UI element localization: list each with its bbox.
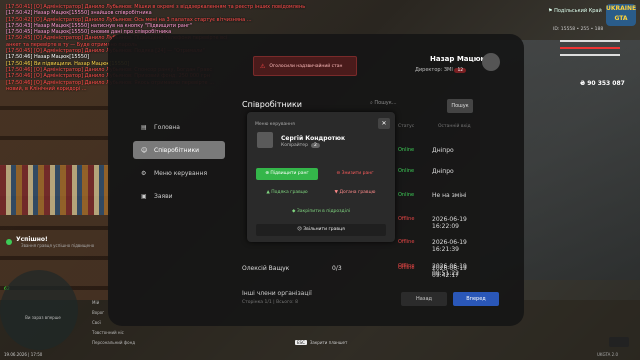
minimap-text: Ви зараз вперше <box>25 315 61 320</box>
people-icon: ☺ <box>141 146 148 154</box>
sidebar-item-label: Заяви <box>154 192 173 200</box>
gear-icon: ⚙ <box>141 169 147 177</box>
praise-button[interactable]: ▲ Подяка гравцю <box>256 187 318 199</box>
legend-item: Товстонний ніс <box>92 330 124 335</box>
sidebar-item-employees[interactable]: ☺ Співробітники <box>133 141 225 159</box>
money-display: ₴ 90 353 087 <box>580 80 625 87</box>
search-button[interactable]: Пошук <box>447 99 473 113</box>
legend-item: Персональний фонд <box>92 340 135 345</box>
status-badge: Online <box>398 168 415 174</box>
last-login: Дніпро <box>432 168 454 175</box>
esc-key: ESC <box>295 340 307 345</box>
server-logo: UKRAINE GTA <box>606 4 636 26</box>
sidebar-item-label: Співробітники <box>154 146 200 154</box>
page-info: Сторінка 1/1 | Всього: 8 <box>242 300 298 305</box>
datetime: 19.06.2026 | 17:50 <box>4 352 43 357</box>
status-badge: Offline <box>398 265 415 271</box>
version: UKGTA 2.0 <box>597 352 619 357</box>
doc-icon: ▣ <box>141 192 147 200</box>
assign-division-button[interactable]: ◆ Закріпити в підрозділі <box>283 206 359 218</box>
sidebar-item-home[interactable]: ▤ Головна <box>133 118 225 136</box>
server-name: ⚑ Подільський Край <box>548 8 602 14</box>
success-notification: Успішно! Звання гравця успішно підвищено <box>4 236 100 248</box>
promote-label: Підвищити ранг <box>270 171 309 176</box>
emergency-alert: ⚠ Оголосили надзвичайний стан <box>253 56 357 76</box>
fire-label: Звільнити гравця <box>303 227 345 232</box>
employee-name: Олексій Ващук <box>242 265 290 272</box>
back-button[interactable]: Назад <box>401 292 447 306</box>
reprimand-button[interactable]: ▼ Догана гравцю <box>324 187 386 199</box>
close-hint-text: Закрити планшет <box>309 340 348 345</box>
close-hint: ESC Закрити планшет <box>295 340 347 345</box>
server-name-label: Подільський Край <box>554 8 602 14</box>
praise-label: Подяка гравцю <box>271 190 308 195</box>
user-role-label: Директор: ЗМІ <box>415 67 453 73</box>
corner-widget <box>609 337 629 347</box>
warning-icon: ⚠ <box>260 62 266 70</box>
last-login: Дніпро <box>432 147 454 154</box>
hunger-bar <box>560 54 620 56</box>
employee-rank: 0/3 <box>332 265 342 272</box>
fire-button[interactable]: ☹ Звільнити гравця <box>256 224 386 236</box>
promote-button[interactable]: ⊕ Підвищити ранг <box>256 168 318 180</box>
legend-item: Ворог <box>92 310 105 315</box>
sidebar-item-label: Меню керування <box>154 169 208 177</box>
notification-body: Звання гравця успішно підвищено <box>21 243 95 248</box>
sidebar-item-management[interactable]: ⚙ Меню керування <box>133 164 225 182</box>
close-button[interactable]: ✕ <box>378 118 390 129</box>
assign-division-label: Закріпити в підрозділі <box>296 209 351 214</box>
employee-role-label: Копірайтер <box>281 143 308 148</box>
management-modal: Меню керування ✕ Сергій Кондротюк Копіра… <box>247 112 395 242</box>
home-icon: ▤ <box>141 123 147 131</box>
user-role: Директор: ЗМІ 12 <box>415 67 467 73</box>
money-value: 90 353 087 <box>587 80 625 87</box>
user-name: Назар Мацюк <box>430 55 486 63</box>
rank-badge: 2 <box>310 143 320 148</box>
column-header-status: Статус <box>398 124 415 129</box>
sidebar-item-label: Головна <box>154 123 180 131</box>
status-badge: Online <box>398 192 415 198</box>
last-login: 2026-06-19 16:22:09 <box>432 216 467 230</box>
other-members-title: Інші члени організації <box>242 290 312 297</box>
employee-name: Сергій Кондротюк <box>281 135 346 142</box>
legend-item: Свої <box>92 320 101 325</box>
minimap <box>0 270 78 350</box>
map-legend: Мій Ворог Свої Товстонний ніс Персональн… <box>92 298 135 348</box>
sidebar-nav: ▤ Головна ☺ Співробітники ⚙ Меню керування … <box>133 118 225 210</box>
status-badge: Offline <box>398 216 415 222</box>
last-login: Не на зміні <box>432 192 467 199</box>
demote-button[interactable]: ⊖ Знизити ранг <box>324 168 386 180</box>
notification-title: Успішно! <box>16 236 48 243</box>
status-badge: Offline <box>398 239 415 245</box>
background-books <box>0 165 110 215</box>
employee-role: Копірайтер 2 <box>281 143 320 148</box>
table-row[interactable]: Олексій Ващук 0/3 Offline 2026-06-19 09:… <box>242 265 492 283</box>
sidebar-item-applications[interactable]: ▣ Заяви <box>133 187 225 205</box>
page-title: Співробітники <box>242 100 303 109</box>
status-bars <box>560 40 620 61</box>
column-header-last-login: Останній вхід <box>438 124 471 129</box>
armor-bar <box>560 40 620 42</box>
health-bar <box>560 47 620 49</box>
avatar <box>257 132 273 148</box>
alert-text: Оголосили надзвичайний стан <box>269 63 343 69</box>
last-login: 2026-06-19 16:21:39 <box>432 239 467 253</box>
close-icon: ✕ <box>381 120 387 127</box>
search-input[interactable]: ⌕ Пошук... <box>370 100 397 106</box>
server-logo-text: UKRAINE GTA <box>606 5 637 22</box>
status-badge: Online <box>398 147 415 153</box>
player-id: ID: 15558 • 255 • 188 <box>553 27 604 32</box>
rank-badge: 12 <box>454 68 467 73</box>
search-placeholder: Пошук... <box>374 100 397 106</box>
legend-item: Мій <box>92 300 100 305</box>
last-login: 2026-06-19 09:42:17 <box>432 265 467 279</box>
modal-title: Меню керування <box>255 122 295 127</box>
forward-button[interactable]: Вперед <box>453 292 499 306</box>
demote-label: Знизити ранг <box>341 171 374 176</box>
avatar <box>482 53 500 71</box>
reprimand-label: Догана гравцю <box>339 190 376 195</box>
